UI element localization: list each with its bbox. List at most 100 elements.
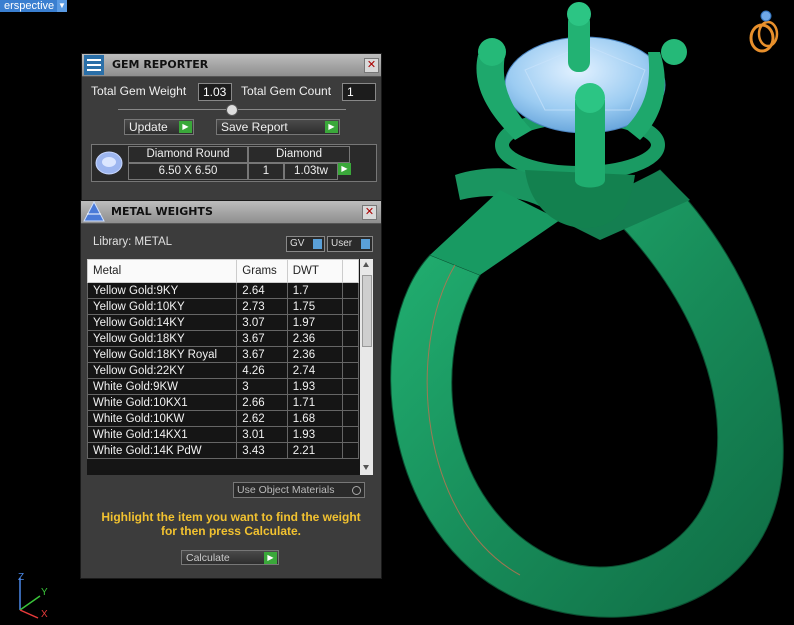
scroll-down-icon[interactable] <box>363 465 369 470</box>
table-row[interactable]: White Gold:10KX1 2.66 1.71 <box>87 394 360 411</box>
dwt-cell: 1.7 <box>286 282 343 299</box>
column-header-metal[interactable]: Metal <box>87 259 238 283</box>
use-object-materials-label: Use Object Materials <box>237 484 335 496</box>
row-spacer <box>341 394 360 411</box>
table-row[interactable]: Yellow Gold:18KY Royal 3.67 2.36 <box>87 346 360 363</box>
row-spacer <box>341 346 360 363</box>
gem-cut: Diamond Round <box>128 146 248 163</box>
dwt-cell: 1.93 <box>286 378 343 395</box>
dwt-cell: 1.97 <box>286 314 343 331</box>
table-row[interactable]: Yellow Gold:9KY 2.64 1.7 <box>87 282 360 299</box>
row-spacer <box>341 298 360 315</box>
splitter-knob-icon[interactable] <box>226 104 238 116</box>
metal-weights-titlebar[interactable]: METAL WEIGHTS ✕ <box>81 201 381 224</box>
total-gem-weight-label: Total Gem Weight <box>91 84 187 98</box>
total-gem-count-value: 1 <box>342 83 376 101</box>
metal-cell: White Gold:14KX1 <box>87 426 238 443</box>
grams-cell: 2.62 <box>236 410 288 427</box>
grams-cell: 3.07 <box>236 314 288 331</box>
table-row[interactable]: Yellow Gold:10KY 2.73 1.75 <box>87 298 360 315</box>
dwt-cell: 1.93 <box>286 426 343 443</box>
update-label: Update <box>129 120 168 134</box>
gem-size: 6.50 X 6.50 <box>128 163 248 180</box>
metal-cell: Yellow Gold:10KY <box>87 298 238 315</box>
update-go-icon: ▶ <box>179 121 192 133</box>
gem-go-icon[interactable]: ▶ <box>338 163 351 175</box>
dwt-cell: 2.21 <box>286 442 343 459</box>
metal-cell: Yellow Gold:14KY <box>87 314 238 331</box>
dwt-cell: 2.36 <box>286 330 343 347</box>
save-report-button[interactable]: Save Report ▶ <box>216 119 340 135</box>
metal-cell: White Gold:10KX1 <box>87 394 238 411</box>
row-spacer <box>341 442 360 459</box>
gv-label: GV <box>290 238 305 249</box>
metal-cell: Yellow Gold:9KY <box>87 282 238 299</box>
metal-cell: White Gold:14K PdW <box>87 442 238 459</box>
column-header-grams[interactable]: Grams <box>236 259 288 283</box>
gem-count: 1 <box>248 163 284 180</box>
metal-table: Metal Grams DWT Yellow Gold:9KY 2.64 1.7 Ye… <box>87 259 360 459</box>
use-object-materials-toggle-icon <box>352 486 361 495</box>
gem-material: Diamond <box>248 146 350 163</box>
table-row[interactable]: Yellow Gold:22KY 4.26 2.74 <box>87 362 360 379</box>
table-row[interactable]: Yellow Gold:14KY 3.07 1.97 <box>87 314 360 331</box>
table-row[interactable]: White Gold:14K PdW 3.43 2.21 <box>87 442 360 459</box>
column-header-spacer <box>341 259 360 283</box>
dwt-cell: 1.71 <box>286 394 343 411</box>
ring-icon[interactable] <box>744 6 784 54</box>
metal-weights-close-icon[interactable]: ✕ <box>362 205 377 220</box>
row-spacer <box>341 314 360 331</box>
grams-cell: 2.66 <box>236 394 288 411</box>
gem-reporter-close-icon[interactable]: ✕ <box>364 58 379 73</box>
gem-weight: 1.03tw <box>284 163 338 180</box>
table-row[interactable]: White Gold:9KW 3 1.93 <box>87 378 360 395</box>
grams-cell: 3.43 <box>236 442 288 459</box>
table-row[interactable]: Yellow Gold:18KY 3.67 2.36 <box>87 330 360 347</box>
gem-reporter-panel: GEM REPORTER ✕ Total Gem Weight 1.03 Tot… <box>81 53 382 203</box>
dwt-cell: 1.68 <box>286 410 343 427</box>
column-header-dwt[interactable]: DWT <box>286 259 343 283</box>
user-toggle[interactable]: User <box>327 236 373 252</box>
metal-weights-panel: METAL WEIGHTS ✕ Library: METAL GV User M… <box>80 200 382 579</box>
row-spacer <box>341 426 360 443</box>
metal-cell: Yellow Gold:22KY <box>87 362 238 379</box>
gv-toggle[interactable]: GV <box>286 236 325 252</box>
grams-cell: 4.26 <box>236 362 288 379</box>
dwt-cell: 2.36 <box>286 346 343 363</box>
metal-weights-logo-icon <box>83 201 105 222</box>
diamond-round-icon <box>95 151 123 175</box>
calculate-hint: Highlight the item you want to find the … <box>101 510 361 538</box>
gem-row[interactable]: Diamond Round 6.50 X 6.50 Diamond 1 1.03… <box>91 144 377 182</box>
gv-switch-icon <box>313 239 322 249</box>
use-object-materials-field[interactable]: Use Object Materials <box>233 482 365 498</box>
library-label: Library: METAL <box>93 236 173 248</box>
save-report-go-icon: ▶ <box>325 121 338 133</box>
gem-reporter-titlebar[interactable]: GEM REPORTER ✕ <box>82 54 381 77</box>
dwt-cell: 2.74 <box>286 362 343 379</box>
total-gem-count-label: Total Gem Count <box>241 84 332 98</box>
gem-reporter-logo-icon <box>84 55 104 75</box>
viewport-label[interactable]: erspective <box>0 0 59 12</box>
grams-cell: 2.73 <box>236 298 288 315</box>
viewport-dropdown-icon[interactable]: ▼ <box>57 0 67 12</box>
table-row[interactable]: White Gold:14KX1 3.01 1.93 <box>87 426 360 443</box>
axis-z-label: Z <box>18 572 25 583</box>
calculate-go-icon: ▶ <box>264 552 277 564</box>
scroll-up-icon[interactable] <box>363 262 369 267</box>
grams-cell: 3.67 <box>236 330 288 347</box>
metal-cell: White Gold:9KW <box>87 378 238 395</box>
table-row[interactable]: White Gold:10KW 2.62 1.68 <box>87 410 360 427</box>
metal-cell: White Gold:10KW <box>87 410 238 427</box>
update-button[interactable]: Update ▶ <box>124 119 194 135</box>
grams-cell: 3.01 <box>236 426 288 443</box>
user-label: User <box>331 238 353 249</box>
scroll-thumb[interactable] <box>362 275 372 347</box>
calculate-button[interactable]: Calculate ▶ <box>181 550 279 565</box>
row-spacer <box>341 362 360 379</box>
table-scrollbar[interactable] <box>360 259 373 475</box>
calculate-label: Calculate <box>186 552 230 564</box>
grams-cell: 3 <box>236 378 288 395</box>
metal-cell: Yellow Gold:18KY Royal <box>87 346 238 363</box>
axis-y-label: Y <box>41 587 48 598</box>
metal-table-container[interactable]: Metal Grams DWT Yellow Gold:9KY 2.64 1.7 Ye… <box>87 259 373 475</box>
